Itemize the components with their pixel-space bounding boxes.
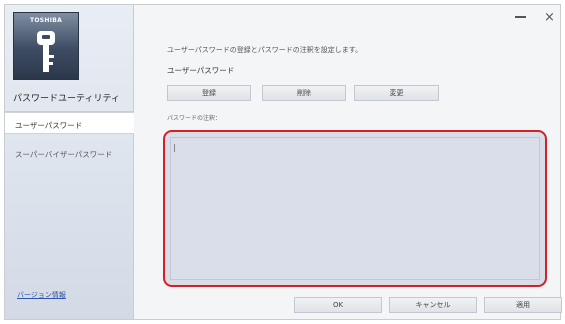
- section-label: ユーザーパスワード: [167, 66, 235, 75]
- key-icon: [37, 31, 55, 72]
- logo-text: TOSHIBA: [29, 17, 63, 24]
- cancel-button[interactable]: キャンセル: [389, 297, 477, 313]
- hint-highlight-frame: [163, 130, 547, 287]
- main-panel: ユーザーパスワードの登録とパスワードの注釈を設定します。 ユーザーパスワード 登…: [134, 5, 562, 319]
- password-hint-textarea[interactable]: [170, 137, 540, 280]
- version-info-link[interactable]: バージョン情報: [17, 290, 66, 300]
- description-text: ユーザーパスワードの登録とパスワードの注釈を設定します。: [167, 46, 363, 54]
- delete-button[interactable]: 削除: [262, 85, 346, 101]
- app-title: パスワードユーティリティ: [13, 94, 120, 104]
- password-utility-window: TOSHIBA パスワードユーティリティ ユーザーパスワード スーパーバイザーパ…: [4, 4, 562, 320]
- change-button[interactable]: 変更: [354, 85, 439, 101]
- delete-button-label: 削除: [297, 89, 311, 97]
- apply-button[interactable]: 適用: [484, 297, 562, 313]
- ok-button-label: OK: [332, 301, 344, 309]
- sidebar: TOSHIBA パスワードユーティリティ ユーザーパスワード スーパーバイザーパ…: [5, 5, 134, 319]
- app-logo: TOSHIBA: [13, 12, 79, 80]
- cancel-button-label: キャンセル: [415, 301, 451, 309]
- register-button-label: 登録: [202, 89, 216, 97]
- change-button-label: 変更: [389, 89, 404, 97]
- text-caret: [174, 144, 175, 152]
- sidebar-item-label: ユーザーパスワード: [15, 121, 83, 130]
- register-button[interactable]: 登録: [167, 85, 251, 101]
- sidebar-item-supervisor-password[interactable]: スーパーバイザーパスワード: [5, 142, 134, 164]
- sidebar-item-label: スーパーバイザーパスワード: [15, 150, 113, 159]
- hint-label: パスワードの注釈：: [167, 115, 222, 122]
- apply-button-label: 適用: [516, 301, 530, 309]
- sidebar-item-user-password[interactable]: ユーザーパスワード: [5, 112, 134, 134]
- ok-button[interactable]: OK: [294, 297, 382, 313]
